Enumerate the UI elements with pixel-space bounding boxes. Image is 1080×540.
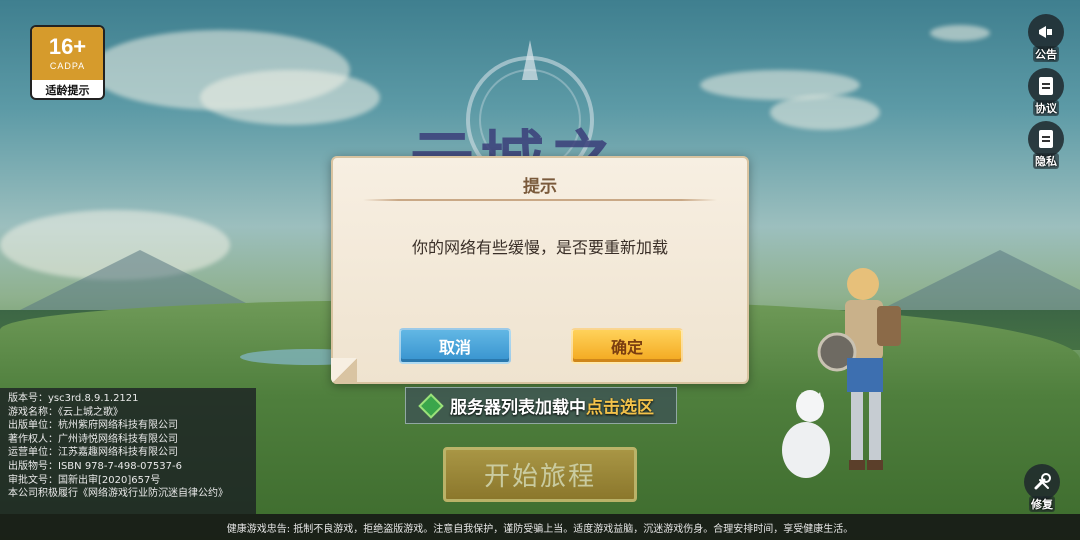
cloud <box>930 25 990 41</box>
announcement-button[interactable]: 公告 <box>1026 14 1066 62</box>
info-line: 审批文号：国新出审[2020]657号 <box>8 474 161 486</box>
age-rating-label: 适龄提示 <box>45 84 90 97</box>
document-icon <box>1028 68 1064 104</box>
dialog-divider <box>363 199 717 201</box>
info-line: 版本号：ysc3rd.8.9.1.2121 <box>8 393 139 404</box>
server-select-bar[interactable]: 服务器列表加载中 点击选区 <box>405 387 677 424</box>
mountain <box>20 250 260 310</box>
privacy-label: 隐私 <box>1033 153 1059 169</box>
age-rating-number: 16+ <box>48 34 87 59</box>
document-icon <box>1028 121 1064 157</box>
info-line: 出版物号：ISBN 978-7-498-07537-6 <box>8 460 182 472</box>
info-line: 运营单位：江苏嘉趣网络科技有限公司 <box>8 447 178 459</box>
server-status-text: 服务器列表加载中 <box>450 398 586 418</box>
white-wolf <box>782 390 830 478</box>
health-notice: 健康游戏忠告: 抵制不良游戏，拒绝盗版游戏。注意自我保护，谨防受骗上当。适度游戏… <box>0 514 1080 540</box>
dialog-message: 你的网络有些缓慢，是否要重新加载 <box>411 238 668 257</box>
network-dialog: 提示 你的网络有些缓慢，是否要重新加载 取消 确定 <box>331 156 749 384</box>
mountain <box>880 250 1080 310</box>
agreement-button[interactable]: 协议 <box>1026 68 1066 116</box>
privacy-button[interactable]: 隐私 <box>1026 121 1066 169</box>
repair-button[interactable]: 修复 <box>1022 464 1062 514</box>
info-line: 出版单位：杭州紫府网络科技有限公司 <box>8 420 178 432</box>
info-line: 本公司积极履行《网络游戏行业防沉迷自律公约》 <box>8 488 228 500</box>
gem-icon <box>418 392 444 419</box>
page-curl-decoration <box>331 358 357 384</box>
start-journey-button[interactable]: 开始旅程 <box>443 447 637 502</box>
cloud <box>770 95 880 130</box>
cloud <box>200 70 380 125</box>
agreement-label: 协议 <box>1033 100 1059 116</box>
select-server-link[interactable]: 点击选区 <box>586 393 654 418</box>
age-rating-org: CADPA <box>49 61 86 71</box>
wrench-icon <box>1024 464 1060 500</box>
cancel-button[interactable]: 取消 <box>399 328 511 364</box>
publication-info-panel: 版本号：ysc3rd.8.9.1.2121 游戏名称：《云上城之歌》 出版单位：… <box>0 388 256 514</box>
age-rating-top: 16+ CADPA <box>32 27 103 80</box>
dialog-title: 提示 <box>523 177 557 197</box>
megaphone-icon <box>1028 14 1064 50</box>
age-rating-badge[interactable]: 16+ CADPA 适龄提示 <box>30 25 105 100</box>
info-line: 游戏名称：《云上城之歌》 <box>8 406 123 418</box>
info-line: 著作权人：广州诗悦网络科技有限公司 <box>8 433 178 445</box>
announcement-label: 公告 <box>1033 46 1059 62</box>
confirm-button[interactable]: 确定 <box>571 328 683 364</box>
repair-label: 修复 <box>1029 496 1055 512</box>
